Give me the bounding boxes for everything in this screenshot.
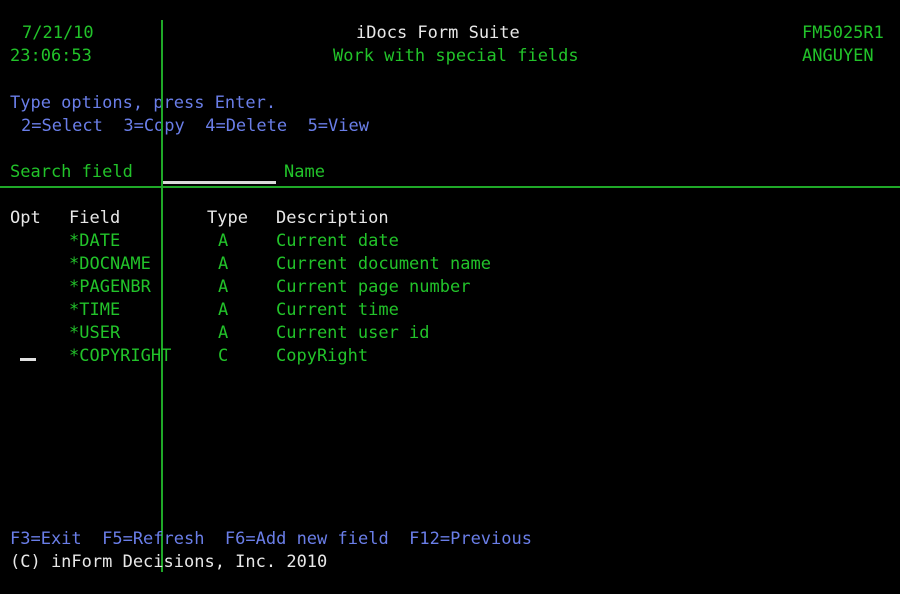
table-row-description: Current user id xyxy=(276,323,430,343)
table-row: *DOCNAME xyxy=(69,254,151,274)
table-row-opt-input[interactable] xyxy=(14,255,40,276)
terminal-screen: 7/21/10 23:06:53 iDocs Form Suite Work w… xyxy=(0,0,900,594)
table-row-description: Current page number xyxy=(276,277,471,297)
table-row-type: A xyxy=(218,254,229,274)
table-row-opt-input[interactable] xyxy=(14,301,40,322)
table-row-description: CopyRight xyxy=(276,346,369,366)
table-row: *DATE xyxy=(69,231,121,251)
copyright-notice: (C) inForm Decisions, Inc. 2010 xyxy=(10,552,328,572)
table-row-opt-input[interactable] xyxy=(14,232,40,253)
search-name-label: Name xyxy=(284,162,325,182)
system-time: 23:06:53 xyxy=(10,46,92,66)
page-title: Work with special fields xyxy=(333,46,579,66)
text-cursor xyxy=(20,358,36,361)
table-row-description: Current time xyxy=(276,300,399,320)
table-row-opt-input[interactable] xyxy=(14,278,40,299)
app-title: iDocs Form Suite xyxy=(356,23,520,43)
instruction-options: 2=Select 3=Copy 4=Delete 5=View xyxy=(21,116,369,136)
column-header-description: Description xyxy=(276,208,389,228)
instruction-prompt: Type options, press Enter. xyxy=(10,93,277,113)
vertical-divider xyxy=(161,20,163,572)
user-id: ANGUYEN xyxy=(802,46,874,66)
table-row-type: A xyxy=(218,277,229,297)
table-row: *COPYRIGHT xyxy=(69,346,172,366)
table-row-type: A xyxy=(218,323,229,343)
function-key-bar[interactable]: F3=Exit F5=Refresh F6=Add new field F12=… xyxy=(10,528,532,551)
program-id: FM5025R1 xyxy=(802,23,884,43)
column-header-type: Type xyxy=(207,208,248,228)
search-input[interactable] xyxy=(162,163,276,184)
column-header-field: Field xyxy=(69,208,121,228)
column-header-opt: Opt xyxy=(10,208,41,228)
table-row: *PAGENBR xyxy=(69,277,151,297)
table-row-description: Current document name xyxy=(276,254,491,274)
horizontal-divider xyxy=(0,186,900,188)
table-row-type: A xyxy=(218,231,229,251)
search-field-label: Search field xyxy=(10,162,133,182)
table-row-description: Current date xyxy=(276,231,399,251)
table-row-type: A xyxy=(218,300,229,320)
system-date: 7/21/10 xyxy=(22,23,94,43)
table-row: *USER xyxy=(69,323,121,343)
table-row-opt-input[interactable] xyxy=(14,324,40,345)
table-row: *TIME xyxy=(69,300,121,320)
table-row-type: C xyxy=(218,346,229,366)
